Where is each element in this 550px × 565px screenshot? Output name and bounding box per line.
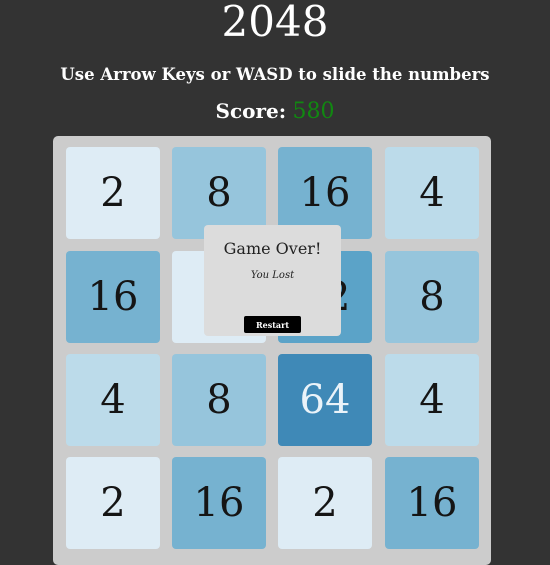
score-display: Score: 580 [0, 97, 550, 126]
tile-r2-c3: 4 [385, 354, 479, 446]
game-over-title: Game Over! [223, 239, 322, 258]
game-over-subtitle: You Lost [250, 270, 295, 281]
tile-r3-c2: 2 [278, 457, 372, 549]
tile-r3-c3: 16 [385, 457, 479, 549]
game-over-dialog: Game Over! You Lost Restart [204, 225, 341, 336]
game-board[interactable]: 2 8 16 4 16 2 32 8 4 8 64 4 2 16 2 16 [53, 136, 491, 565]
score-label: Score: [215, 99, 287, 123]
tile-r2-c1: 8 [172, 354, 266, 446]
tile-r3-c0: 2 [66, 457, 160, 549]
tile-r3-c1: 16 [172, 457, 266, 549]
tile-r2-c0: 4 [66, 354, 160, 446]
tile-r2-c2: 64 [278, 354, 372, 446]
restart-button[interactable]: Restart [244, 316, 301, 333]
tile-r1-c0: 16 [66, 251, 160, 343]
instructions-text: Use Arrow Keys or WASD to slide the numb… [60, 65, 490, 84]
tile-r0-c0: 2 [66, 147, 160, 239]
game-title: 2048 [221, 0, 329, 46]
tile-r1-c3: 8 [385, 251, 479, 343]
tile-r0-c3: 4 [385, 147, 479, 239]
score-value: 580 [292, 99, 335, 124]
